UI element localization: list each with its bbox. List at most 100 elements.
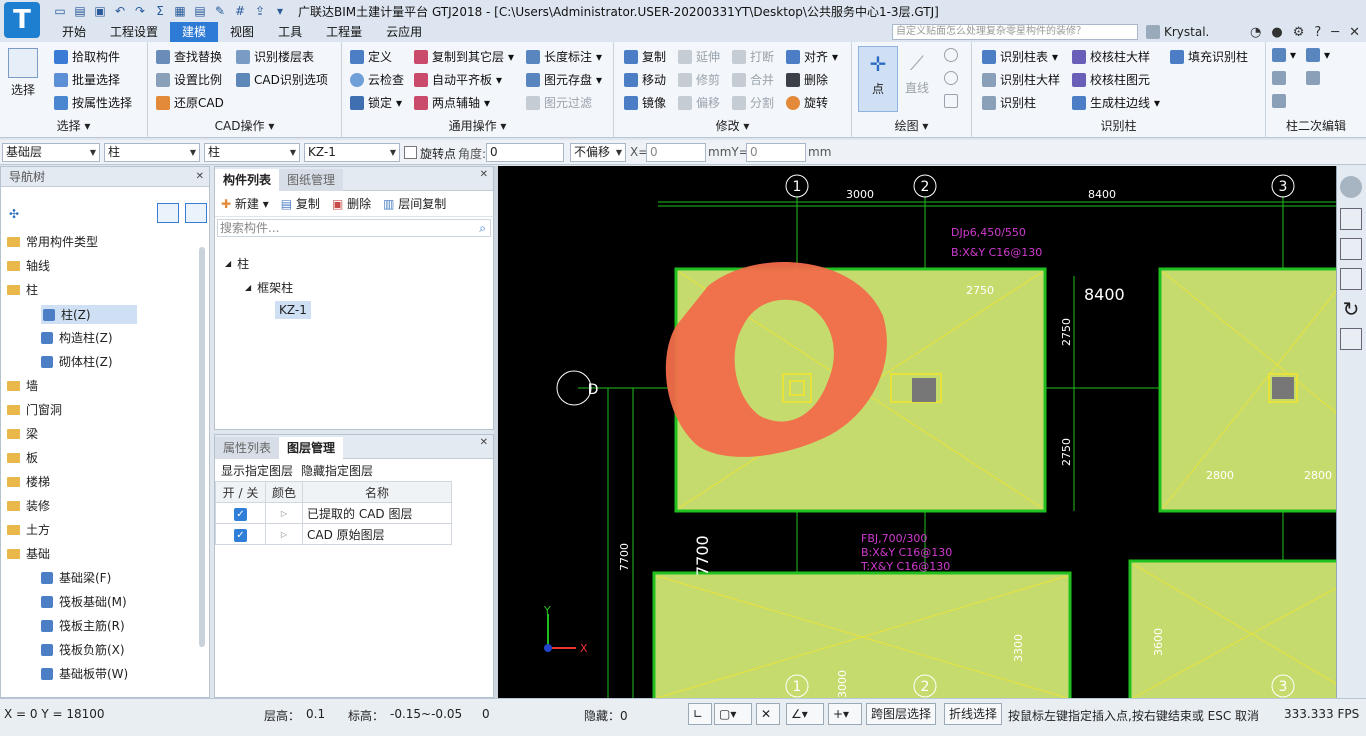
sum-icon[interactable]: Σ: [152, 3, 168, 19]
merge-button[interactable]: 合并: [732, 71, 774, 88]
lock-button[interactable]: 锁定 ▾: [350, 94, 402, 111]
minimize-icon[interactable]: ─: [1331, 25, 1339, 40]
nav-scrollbar[interactable]: [199, 247, 205, 647]
component-search-input[interactable]: 搜索构件... ⌕: [217, 219, 491, 237]
cad-drawing[interactable]: 1 2 3 D 1 2 3 3000 8400 8400 2750 2800 2…: [498, 166, 1336, 698]
tree-node-column[interactable]: ◢ 柱: [225, 255, 249, 272]
refresh-icon[interactable]: ↻: [1340, 298, 1362, 320]
move-button[interactable]: 移动: [624, 71, 666, 88]
recog-floor-table-button[interactable]: 识别楼层表: [236, 48, 314, 65]
recog-col-button[interactable]: 识别柱: [982, 94, 1036, 111]
help-icon[interactable]: ?: [1314, 25, 1321, 40]
close-icon[interactable]: ✕: [196, 167, 204, 187]
col2-tool-3[interactable]: [1272, 71, 1286, 85]
grid-view-icon[interactable]: [185, 203, 207, 223]
col2-tool-2[interactable]: ▾: [1306, 48, 1330, 62]
offset-select[interactable]: 不偏移 ▼: [570, 143, 626, 162]
set-scale-button[interactable]: 设置比例: [156, 71, 222, 88]
show-layer-button[interactable]: 显示指定图层: [221, 462, 293, 479]
save-icon[interactable]: ▣: [92, 3, 108, 19]
delete-component-button[interactable]: ▣ 删除: [332, 195, 371, 212]
inter-floor-copy-button[interactable]: ▥ 层间复制: [383, 195, 446, 212]
nav-tree-item[interactable]: 构造柱(Z): [41, 329, 113, 346]
batch-select-button[interactable]: 批量选择: [54, 71, 120, 88]
export-icon[interactable]: ⇪: [252, 3, 268, 19]
nav-tree-item[interactable]: 柱(Z): [41, 305, 137, 324]
polyline-select-button[interactable]: 折线选择: [944, 703, 1003, 725]
grid-icon[interactable]: #: [232, 3, 248, 19]
element-filter-button[interactable]: 图元过滤: [526, 94, 592, 111]
mirror-button[interactable]: 镜像: [624, 94, 666, 111]
nav-tree-item[interactable]: 柱: [7, 281, 38, 298]
trim-button[interactable]: 修剪: [678, 71, 720, 88]
copy-component-button[interactable]: ▤ 复制: [281, 195, 320, 212]
pen-icon[interactable]: ✎: [212, 3, 228, 19]
floor-select[interactable]: 基础层 ▼: [2, 143, 100, 162]
pin-icon[interactable]: ✣: [9, 207, 19, 221]
copy-to-floor-button[interactable]: 复制到其它层 ▾: [414, 48, 514, 65]
layer-checkbox[interactable]: ✓: [234, 507, 247, 521]
settings-icon[interactable]: ⚙: [1293, 25, 1305, 40]
offset-button[interactable]: 偏移: [678, 94, 720, 111]
tab-project-settings[interactable]: 工程设置: [98, 22, 170, 42]
tab-quantity[interactable]: 工程量: [314, 22, 374, 42]
nav-tree-item[interactable]: 基础板带(W): [41, 665, 128, 682]
user-area[interactable]: Krystal.: [1146, 22, 1209, 42]
close-icon[interactable]: ✕: [480, 433, 488, 453]
view-3d-icon[interactable]: [1340, 208, 1362, 230]
angle-input[interactable]: 0: [486, 143, 564, 162]
restore-cad-button[interactable]: 还原CAD: [156, 94, 224, 111]
tab-cloud[interactable]: 云应用: [374, 22, 434, 42]
table-row[interactable]: ✓ ▷ CAD 原始图层: [215, 523, 452, 545]
nav-tree-item[interactable]: 墙: [7, 377, 38, 394]
split-button[interactable]: 分割: [732, 94, 774, 111]
two-point-axis-button[interactable]: 两点辅轴 ▾: [414, 94, 490, 111]
subtype-select[interactable]: 柱 ▼: [204, 143, 300, 162]
help-search-input[interactable]: 自定义贴面怎么处理复杂零星构件的装修？: [892, 24, 1138, 40]
nav-tree-item[interactable]: 筏板基础(M): [41, 593, 127, 610]
dyn-input-icon[interactable]: +▾: [828, 703, 862, 725]
close-icon[interactable]: ✕: [480, 165, 488, 185]
find-replace-button[interactable]: 查找替换: [156, 48, 222, 65]
grid-toggle-icon[interactable]: [1340, 328, 1362, 350]
y-input[interactable]: 0: [746, 143, 806, 162]
length-dim-button[interactable]: 长度标注 ▾: [526, 48, 602, 65]
nav-tree-item[interactable]: 基础梁(F): [41, 569, 111, 586]
snap-icon[interactable]: ▢▾: [714, 703, 752, 725]
cross-snap-icon[interactable]: ✕: [756, 703, 780, 725]
recog-col-detail-button[interactable]: 识别柱大样: [982, 71, 1060, 88]
nav-tree-item[interactable]: 轴线: [7, 257, 50, 274]
arc-tool-button[interactable]: [944, 48, 958, 62]
rect-tool-button[interactable]: [944, 94, 958, 108]
col2-tool-4[interactable]: [1306, 71, 1320, 85]
auto-align-slab-button[interactable]: 自动平齐板 ▾: [414, 71, 502, 88]
align-button[interactable]: 对齐 ▾: [786, 48, 838, 65]
ortho-icon[interactable]: ∟: [688, 703, 712, 725]
bell-icon[interactable]: ◔: [1250, 25, 1261, 40]
redo-icon[interactable]: ↷: [132, 3, 148, 19]
nav-tree-item[interactable]: 门窗洞: [7, 401, 62, 418]
check-col-detail-button[interactable]: 校核柱大样: [1072, 48, 1150, 65]
nav-tree-item[interactable]: 基础: [7, 545, 50, 562]
extend-button[interactable]: 延伸: [678, 48, 720, 65]
new-component-button[interactable]: ✚ 新建 ▾: [221, 195, 269, 212]
table-icon[interactable]: ▦: [172, 3, 188, 19]
dropdown-icon[interactable]: ▾: [272, 3, 288, 19]
open-folder-icon[interactable]: ▤: [72, 3, 88, 19]
save-element-button[interactable]: 图元存盘 ▾: [526, 71, 602, 88]
calc-icon[interactable]: ▤: [192, 3, 208, 19]
point-draw-button[interactable]: ✛ 点: [858, 46, 898, 112]
tab-layer-mgmt[interactable]: 图层管理: [279, 437, 344, 459]
tab-component-list[interactable]: 构件列表: [215, 169, 280, 191]
angle-snap-icon[interactable]: ∠▾: [786, 703, 824, 725]
tab-drawing-mgmt[interactable]: 图纸管理: [279, 169, 344, 191]
tab-modeling[interactable]: 建模: [170, 22, 219, 42]
define-button[interactable]: 定义: [350, 48, 392, 65]
tab-view[interactable]: 视图: [218, 22, 266, 42]
nav-tree-item[interactable]: 筏板负筋(X): [41, 641, 125, 658]
table-row[interactable]: ✓ ▷ 已提取的 CAD 图层: [215, 502, 452, 524]
component-select[interactable]: KZ-1 ▼: [304, 143, 400, 162]
tab-tools[interactable]: 工具: [266, 22, 314, 42]
x-input[interactable]: 0: [646, 143, 706, 162]
nav-tree-item[interactable]: 土方: [7, 521, 50, 538]
